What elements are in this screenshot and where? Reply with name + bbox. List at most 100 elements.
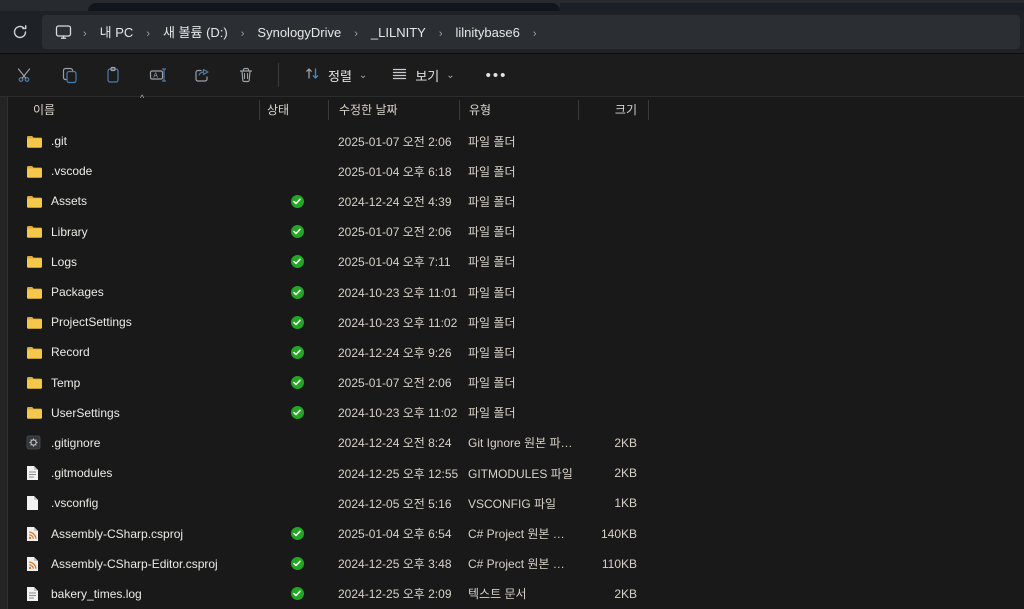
delete-icon[interactable]: [228, 59, 264, 91]
type-cell: 파일 폴더: [459, 253, 578, 270]
chevron-down-icon: ⌄: [359, 70, 367, 81]
date-modified-cell: 2024-12-25 오후 2:09: [328, 585, 459, 602]
breadcrumb-item[interactable]: lilnitybase6: [450, 21, 526, 44]
cut-icon[interactable]: [8, 59, 44, 91]
type-cell: 파일 폴더: [459, 404, 578, 421]
type-cell: 텍스트 문서: [459, 585, 578, 602]
sort-icon: [304, 65, 321, 85]
address-bar: ›내 PC›새 볼륨 (D:)›SynologyDrive›_LILNITY›l…: [0, 11, 1024, 54]
paste-icon[interactable]: [96, 59, 132, 91]
file-name: Library: [51, 225, 88, 239]
type-cell: 파일 폴더: [459, 374, 578, 391]
column-header-status[interactable]: 상태: [259, 100, 328, 120]
csproj-file-icon: [26, 556, 39, 572]
type-cell: 파일 폴더: [459, 193, 578, 210]
column-header-name[interactable]: 이름: [9, 100, 259, 120]
file-row[interactable]: .vsconfig2024-12-05 오전 5:16VSCONFIG 파일1K…: [9, 488, 1024, 518]
file-name-cell: Assets: [9, 193, 259, 209]
file-row[interactable]: bakery_times.log 2024-12-25 오후 2:09텍스트 문서…: [9, 579, 1024, 609]
breadcrumb[interactable]: ›내 PC›새 볼륨 (D:)›SynologyDrive›_LILNITY›l…: [42, 15, 1020, 49]
file-name-cell: ProjectSettings: [9, 314, 259, 330]
this-pc-monitor-icon[interactable]: [50, 19, 76, 45]
share-icon[interactable]: [184, 59, 220, 91]
date-modified-cell: 2025-01-04 오후 6:54: [328, 525, 459, 542]
file-name-cell: bakery_times.log: [9, 586, 259, 602]
file-row[interactable]: Assembly-CSharp.csproj 2025-01-04 오후 6:54…: [9, 518, 1024, 548]
date-modified-cell: 2024-12-05 오전 5:16: [328, 495, 459, 512]
type-cell: VSCONFIG 파일: [459, 495, 578, 512]
file-name-cell: .gitmodules: [9, 465, 259, 481]
file-name: .vscode: [51, 164, 92, 178]
type-cell: Git Ignore 원본 파…: [459, 434, 578, 451]
more-options-button[interactable]: •••: [474, 59, 520, 91]
file-row[interactable]: Temp2025-01-07 오전 2:06파일 폴더: [9, 368, 1024, 398]
status-cell: [266, 225, 328, 238]
status-cell: [266, 376, 328, 389]
folder-icon: [26, 405, 43, 420]
file-name-cell: .git: [9, 133, 259, 149]
breadcrumb-item[interactable]: _LILNITY: [365, 21, 432, 44]
synced-status-icon: [291, 527, 304, 540]
file-row[interactable]: Record2024-12-24 오후 9:26파일 폴더: [9, 337, 1024, 367]
file-row[interactable]: .vscode2025-01-04 오후 6:18파일 폴더: [9, 156, 1024, 186]
view-icon: [391, 65, 408, 85]
status-cell: [266, 255, 328, 268]
file-row[interactable]: UserSettings2024-10-23 오후 11:02파일 폴더: [9, 398, 1024, 428]
nav-pane-edge: [0, 97, 8, 609]
file-row[interactable]: Assembly-CSharp-Editor.csproj2024-12-25 …: [9, 549, 1024, 579]
file-row[interactable]: Library2025-01-07 오전 2:06파일 폴더: [9, 217, 1024, 247]
folder-icon: [26, 375, 43, 390]
view-button[interactable]: 보기 ⌄: [382, 59, 463, 91]
file-row[interactable]: Assets2024-12-24 오전 4:39파일 폴더: [9, 186, 1024, 216]
explorer-tab[interactable]: [88, 3, 560, 11]
status-cell: [266, 527, 328, 540]
synced-status-icon: [291, 316, 304, 329]
file-name: Assembly-CSharp.csproj: [51, 527, 183, 541]
blank-file-icon: [26, 495, 39, 511]
column-header-date[interactable]: 수정한 날짜: [328, 100, 459, 120]
file-row[interactable]: .git2025-01-07 오전 2:06파일 폴더: [9, 126, 1024, 156]
file-name-cell: Library: [9, 224, 259, 240]
copy-icon[interactable]: [52, 59, 88, 91]
file-name-cell: Temp: [9, 375, 259, 391]
chevron-down-icon: ⌄: [446, 70, 454, 81]
column-header-type[interactable]: 유형: [459, 100, 578, 120]
size-cell: 140KB: [578, 527, 648, 541]
sort-label: 정렬: [328, 66, 352, 85]
file-name: Record: [51, 345, 90, 359]
date-modified-cell: 2024-12-25 오후 12:55: [328, 465, 459, 482]
file-row[interactable]: ProjectSettings 2024-10-23 오후 11:02파일 폴더: [9, 307, 1024, 337]
folder-icon: [26, 315, 43, 330]
folder-icon: [26, 254, 43, 269]
status-cell: [266, 195, 328, 208]
file-explorer-window: ›내 PC›새 볼륨 (D:)›SynologyDrive›_LILNITY›l…: [0, 0, 1024, 609]
date-modified-cell: 2024-10-23 오후 11:02: [328, 314, 459, 331]
column-header-size[interactable]: 크기: [578, 100, 648, 120]
type-cell: 파일 폴더: [459, 344, 578, 361]
refresh-icon[interactable]: [5, 17, 35, 47]
file-row[interactable]: Logs2025-01-04 오후 7:11파일 폴더: [9, 247, 1024, 277]
type-cell: C# Project 원본 …: [459, 555, 578, 572]
breadcrumb-item[interactable]: 새 볼륨 (D:): [157, 21, 234, 44]
command-toolbar: A 정렬 ⌄ 보기 ⌄ •••: [0, 54, 1024, 97]
breadcrumb-item[interactable]: SynologyDrive: [251, 21, 347, 44]
file-name-cell: Record: [9, 344, 259, 360]
column-header-row: ^ 이름 상태 수정한 날짜 유형 크기: [9, 97, 1024, 123]
rename-icon[interactable]: A: [140, 59, 176, 91]
date-modified-cell: 2024-12-25 오후 3:48: [328, 555, 459, 572]
file-row[interactable]: .gitignore2024-12-24 오전 8:24Git Ignore 원…: [9, 428, 1024, 458]
file-name: .vsconfig: [51, 496, 98, 510]
file-name: Logs: [51, 255, 77, 269]
file-name: .gitignore: [51, 436, 100, 450]
breadcrumb-item[interactable]: 내 PC: [94, 21, 140, 44]
file-row[interactable]: Packages2024-10-23 오후 11:01파일 폴더: [9, 277, 1024, 307]
sort-button[interactable]: 정렬 ⌄: [295, 59, 376, 91]
more-options-label: •••: [486, 67, 508, 84]
status-cell: [266, 346, 328, 359]
type-cell: 파일 폴더: [459, 314, 578, 331]
file-list-panel: ^ 이름 상태 수정한 날짜 유형 크기 .git2025-01-07 오전 2…: [0, 97, 1024, 609]
synced-status-icon: [291, 346, 304, 359]
type-cell: 파일 폴더: [459, 163, 578, 180]
file-row[interactable]: .gitmodules2024-12-25 오후 12:55GITMODULES…: [9, 458, 1024, 488]
chevron-right-icon[interactable]: ›: [526, 28, 544, 40]
